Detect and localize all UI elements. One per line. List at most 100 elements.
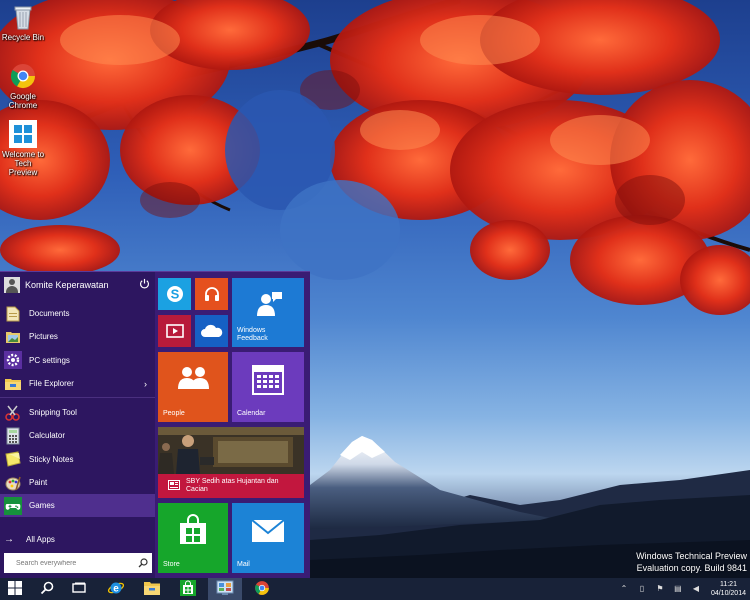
tile-mail[interactable]: Mail (232, 503, 304, 573)
tile-label: Mail (237, 561, 250, 568)
gear-icon (4, 351, 22, 370)
menu-item-label: Snipping Tool (29, 408, 77, 418)
desktop-icon-welcome-tech-preview[interactable]: Welcome to Tech Preview (0, 120, 46, 177)
task-view-icon (71, 582, 87, 597)
menu-item-pictures[interactable]: Pictures (0, 325, 155, 348)
folder-icon (143, 580, 161, 599)
chrome-icon (254, 580, 270, 599)
chevron-up-icon[interactable]: ⌃ (618, 583, 630, 595)
desktop-icon-google-chrome[interactable]: Google Chrome (0, 62, 46, 110)
menu-item-games[interactable]: Games (0, 494, 155, 518)
internet-explorer-icon: e (107, 579, 125, 600)
evaluation-watermark: Windows Technical Preview Evaluation cop… (636, 550, 747, 574)
documents-icon (4, 305, 22, 323)
desktop-icon-recycle-bin[interactable]: Recycle Bin (0, 3, 46, 42)
search-box[interactable] (4, 553, 152, 573)
tile-onedrive[interactable] (195, 315, 228, 347)
svg-text:S: S (171, 287, 180, 302)
sticky-notes-icon (4, 450, 22, 468)
menu-item-pc-settings[interactable]: PC settings (0, 349, 155, 372)
feedback-icon (254, 290, 284, 321)
tile-label: SBY Sedih atas Hujantan dan Cacian (186, 478, 279, 494)
desktop-icon-label: Google Chrome (8, 92, 38, 110)
tile-windows-feedback[interactable]: Windows Feedback (232, 278, 304, 347)
power-icon[interactable] (137, 278, 151, 292)
menu-item-label: Games (29, 501, 55, 511)
games-icon (4, 496, 22, 515)
tile-calendar[interactable]: Calendar (232, 352, 304, 422)
start-menu: Komite Keperawatan Documents Pictures PC… (0, 271, 310, 579)
control-panel-icon (216, 580, 234, 599)
tile-label-line-2: Feedback (237, 335, 268, 342)
skype-icon: S (165, 284, 185, 307)
store-button[interactable] (172, 578, 204, 600)
tile-news[interactable]: SBY Sedih atas Hujantan dan Cacian (158, 427, 304, 498)
tile-label: Calendar (237, 410, 266, 417)
cloud-icon (200, 323, 224, 342)
tile-label: Windows Feedback (237, 327, 268, 343)
user-account-row[interactable]: Komite Keperawatan (0, 272, 155, 298)
headphones-icon (202, 284, 222, 307)
menu-item-file-explorer[interactable]: File Explorer › (0, 372, 155, 395)
tile-label: People (163, 410, 185, 417)
avatar (4, 277, 20, 293)
chevron-right-icon[interactable]: › (144, 379, 147, 389)
search-icon[interactable] (138, 558, 148, 568)
control-panel-button[interactable] (208, 578, 242, 600)
network-icon[interactable]: ▤ (672, 583, 684, 595)
tile-skype[interactable]: S (158, 278, 191, 310)
clock-time: 11:21 (719, 581, 737, 588)
system-tray: ⌃ ▯ ⚑ ▤ ◀ 11:21 04/10/2014 (615, 578, 750, 600)
snipping-tool-icon (4, 404, 22, 422)
apps-list: Snipping Tool Calculator Sticky Notes Pa… (0, 401, 155, 518)
store-icon (180, 579, 196, 599)
tile-video[interactable] (158, 315, 191, 347)
file-explorer-button[interactable] (136, 578, 168, 600)
clock[interactable]: 11:21 04/10/2014 (711, 580, 746, 598)
flag-icon[interactable]: ⚑ (654, 583, 666, 595)
menu-item-label: Calculator (29, 431, 66, 441)
news-photo (158, 427, 304, 474)
volume-icon[interactable]: ◀ (690, 583, 702, 595)
tile-label-line-2: Cacian (186, 486, 208, 493)
watermark-line-1: Windows Technical Preview (636, 551, 747, 561)
menu-item-snipping-tool[interactable]: Snipping Tool (0, 401, 155, 424)
tile-store[interactable]: Store (158, 503, 228, 573)
search-button[interactable] (32, 578, 62, 600)
paint-icon (4, 474, 22, 492)
all-apps-label: All Apps (26, 534, 55, 544)
desktop-icon-label: Recycle Bin (1, 33, 45, 42)
people-icon (175, 365, 211, 394)
internet-explorer-button[interactable]: e (100, 578, 132, 600)
recycle-bin-icon (9, 3, 37, 31)
menu-item-sticky-notes[interactable]: Sticky Notes (0, 448, 155, 471)
action-center-icon[interactable]: ▯ (636, 583, 648, 595)
chrome-icon (9, 62, 37, 90)
taskbar: e ⌃ ▯ ⚑ ▤ ◀ 11:21 04/10/2014 (0, 578, 750, 600)
places-list: Documents Pictures PC settings File Expl… (0, 302, 155, 395)
watermark-line-2: Evaluation copy. Build 9841 (636, 563, 747, 573)
user-name: Komite Keperawatan (25, 280, 109, 290)
calendar-icon (252, 365, 284, 398)
tile-label: Store (163, 561, 180, 568)
tile-people[interactable]: People (158, 352, 228, 422)
desktop-icon-label: Welcome to Tech Preview (1, 150, 45, 177)
menu-item-label: PC settings (29, 355, 70, 365)
pictures-icon (4, 328, 22, 346)
all-apps-button[interactable]: → All Apps (4, 530, 152, 548)
menu-item-label: Sticky Notes (29, 454, 74, 464)
svg-text:e: e (113, 583, 119, 594)
start-button[interactable] (0, 578, 30, 600)
menu-item-documents[interactable]: Documents (0, 302, 155, 325)
menu-divider (0, 397, 155, 398)
search-input[interactable] (16, 559, 136, 567)
store-icon (177, 514, 209, 549)
task-view-button[interactable] (64, 578, 94, 600)
tile-music[interactable] (195, 278, 228, 310)
clock-date: 04/10/2014 (710, 590, 746, 597)
news-icon (168, 480, 180, 493)
chrome-button[interactable] (246, 578, 278, 600)
video-icon (165, 322, 185, 343)
menu-item-calculator[interactable]: Calculator (0, 424, 155, 447)
menu-item-paint[interactable]: Paint (0, 471, 155, 494)
